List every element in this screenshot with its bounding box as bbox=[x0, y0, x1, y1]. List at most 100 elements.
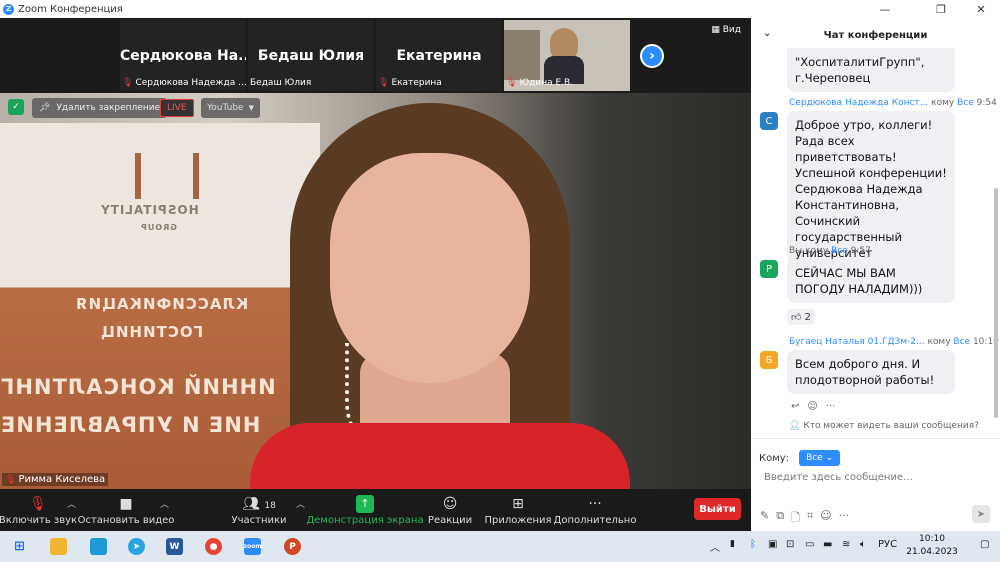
participant-thumb-video[interactable]: 🎙︎ Юдина Е.В. bbox=[504, 20, 630, 91]
youtube-dropdown[interactable]: YouTube ▼ bbox=[201, 98, 260, 118]
security-shield-icon[interactable]: ✓ bbox=[8, 99, 24, 115]
message-meta: Вы кому Все 9:57 bbox=[789, 246, 871, 256]
message-sender[interactable]: Сердюкова Надежда Конст... bbox=[789, 98, 928, 108]
participant-label-text: Сердюкова Надежда ... bbox=[135, 78, 247, 88]
file-explorer-icon[interactable] bbox=[50, 538, 67, 555]
chat-scrollbar[interactable] bbox=[994, 188, 998, 418]
emoji-icon[interactable]: ☺ bbox=[820, 509, 831, 528]
add-reaction-icon[interactable]: ☺ bbox=[807, 401, 817, 412]
powerpoint-icon[interactable]: P bbox=[284, 538, 301, 555]
message-to-prefix: кому bbox=[927, 337, 951, 347]
apps-button[interactable]: ⊞ Приложения bbox=[484, 489, 551, 531]
participant-label: 🎙︎ Екатерина bbox=[378, 78, 442, 88]
chevron-up-icon[interactable]: ︿ bbox=[296, 497, 305, 510]
chevron-up-icon[interactable]: ︿ bbox=[67, 497, 76, 510]
chevron-down-icon: ⌄ bbox=[825, 453, 834, 463]
message-meta: Бугаец Наталья 01.ГДЗм-2... кому Все 10:… bbox=[789, 337, 999, 347]
youtube-label: YouTube bbox=[207, 103, 244, 113]
format-icon[interactable]: ✎ bbox=[760, 509, 769, 528]
video-icon[interactable]: ▭ bbox=[805, 539, 814, 550]
title-bar: Z Zoom Конференция — ❐ ✕ bbox=[0, 0, 1000, 18]
chevron-up-icon[interactable]: ︿ bbox=[710, 539, 720, 554]
zoom-icon[interactable]: zoom bbox=[244, 538, 262, 555]
reactions-button[interactable]: ☺ Реакции bbox=[428, 489, 472, 531]
recipient-dropdown[interactable]: Все ⌄ bbox=[799, 450, 841, 466]
chat-message: СЕЙЧАС МЫ ВАМ ПОГОДУ НАЛАДИМ))) bbox=[787, 259, 955, 303]
more-icon[interactable]: ··· bbox=[826, 401, 836, 412]
divider bbox=[751, 438, 1000, 439]
minimize-icon[interactable]: — bbox=[862, 0, 908, 18]
pin-icon: 📌︎ bbox=[39, 103, 51, 113]
word-icon[interactable]: W bbox=[166, 538, 183, 555]
participant-thumb[interactable]: Екатерина 🎙︎ Екатерина bbox=[376, 20, 502, 91]
message-reaction[interactable]: 👍︎ 2 bbox=[787, 309, 816, 325]
stop-video-button[interactable]: ■ Остановить видео bbox=[78, 489, 175, 531]
chrome-icon[interactable]: ● bbox=[205, 538, 222, 555]
chat-header: ⌄ Чат конференции bbox=[751, 18, 1000, 52]
share-screen-button[interactable]: ↑ Демонстрация экрана bbox=[306, 489, 424, 531]
bluetooth-icon[interactable]: ᛒ bbox=[750, 539, 756, 550]
view-button[interactable]: ▦ Вид bbox=[711, 25, 741, 35]
more-icon[interactable]: ··· bbox=[839, 509, 850, 528]
banner-text: ИННИЙ КОНСАЛТИНГ bbox=[0, 375, 276, 399]
app-icon[interactable] bbox=[90, 538, 107, 555]
reply-icon[interactable]: ↩ bbox=[791, 401, 799, 412]
message-recipient[interactable]: Все bbox=[831, 246, 848, 256]
message-recipient[interactable]: Все bbox=[957, 98, 974, 108]
participant-thumb[interactable]: Сердюкова На... 🎙︎ Сердюкова Надежда ... bbox=[120, 20, 247, 91]
chat-tools: ✎ ⧉ 🗋︎ ⌗ ☺ ··· bbox=[760, 509, 849, 528]
code-icon[interactable]: ⌗ bbox=[807, 509, 813, 528]
volume-icon[interactable]: 🔈︎ bbox=[860, 539, 866, 550]
next-page-button[interactable]: › bbox=[640, 44, 664, 68]
clock[interactable]: 10:10 21.04.2023 bbox=[902, 533, 962, 559]
wifi-icon[interactable]: ≋ bbox=[842, 539, 850, 550]
speaker-dress bbox=[250, 423, 630, 489]
message-recipient[interactable]: Все bbox=[953, 337, 970, 347]
chat-input[interactable]: Введите здесь сообщение... bbox=[764, 472, 913, 483]
who-can-see-link[interactable]: 👤︎ Кто может видеть ваши сообщения? bbox=[789, 421, 979, 431]
reactions-icon: ☺ bbox=[442, 495, 458, 512]
tray-icon[interactable]: ▮ bbox=[730, 539, 735, 549]
unpin-button[interactable]: 📌︎ Удалить закрепление bbox=[32, 98, 168, 118]
telegram-icon[interactable]: ➤ bbox=[128, 538, 145, 555]
notification-icon[interactable]: ▢ bbox=[980, 539, 989, 550]
meeting-toolbar: 🎙︎ Включить звук ︿ ■ Остановить видео ︿ … bbox=[0, 489, 751, 531]
reaction-count: 2 bbox=[804, 312, 812, 323]
banner-logo-icon bbox=[135, 153, 199, 199]
muted-mic-icon: 🎙︎ bbox=[378, 78, 390, 88]
banner-text: GROUP bbox=[140, 223, 177, 232]
chat-message: Доброе утро, коллеги! Рада всех приветст… bbox=[787, 111, 955, 267]
unmute-button[interactable]: 🎙︎ Включить звук bbox=[0, 489, 77, 531]
chat-message: "ХоспиталитиГрупп", г.Череповец bbox=[787, 48, 955, 92]
windows-start-icon[interactable]: ⊞ bbox=[11, 538, 28, 555]
screenshot-icon[interactable]: ⧉ bbox=[776, 509, 784, 528]
send-button[interactable]: ➤ bbox=[972, 505, 990, 523]
participant-strip: Сердюкова На... 🎙︎ Сердюкова Надежда ... … bbox=[0, 18, 751, 93]
avatar: Б bbox=[760, 351, 778, 369]
more-label: Дополнительно bbox=[553, 514, 637, 526]
message-sender[interactable]: Бугаец Наталья 01.ГДЗм-2... bbox=[789, 337, 925, 347]
people-icon: 👤︎ bbox=[789, 421, 801, 431]
zoom-logo-icon: Z bbox=[3, 3, 14, 15]
chevron-up-icon[interactable]: ︿ bbox=[160, 497, 169, 510]
battery-icon[interactable]: ▬ bbox=[823, 539, 832, 550]
clock-time: 10:10 bbox=[919, 534, 945, 544]
participant-thumb[interactable]: Бедаш Юлия Бедаш Юлия bbox=[248, 20, 374, 91]
tray-icon[interactable]: ⊡ bbox=[786, 539, 794, 550]
participants-button[interactable]: 👥︎ 18 Участники bbox=[231, 489, 286, 531]
close-icon[interactable]: ✕ bbox=[958, 0, 1000, 18]
banner-text: ГОСТИНИЦ bbox=[100, 323, 204, 341]
language-indicator[interactable]: РУС bbox=[878, 539, 897, 550]
unmute-label: Включить звук bbox=[0, 514, 78, 526]
file-icon[interactable]: 🗋︎ bbox=[791, 509, 800, 528]
message-time: 9:54 bbox=[976, 98, 997, 108]
leave-button[interactable]: Выйти bbox=[694, 498, 741, 520]
muted-mic-icon: 🎙︎ bbox=[506, 78, 518, 88]
chevron-down-icon[interactable]: ⌄ bbox=[763, 28, 771, 39]
live-badge[interactable]: LIVE bbox=[160, 99, 194, 117]
tray-icon[interactable]: ▣ bbox=[768, 539, 777, 550]
more-icon: ··· bbox=[588, 495, 602, 512]
participants-count: 18 bbox=[264, 500, 276, 511]
more-button[interactable]: ··· Дополнительно bbox=[553, 489, 637, 531]
participants-icon: 👥︎ 18 bbox=[242, 495, 276, 512]
